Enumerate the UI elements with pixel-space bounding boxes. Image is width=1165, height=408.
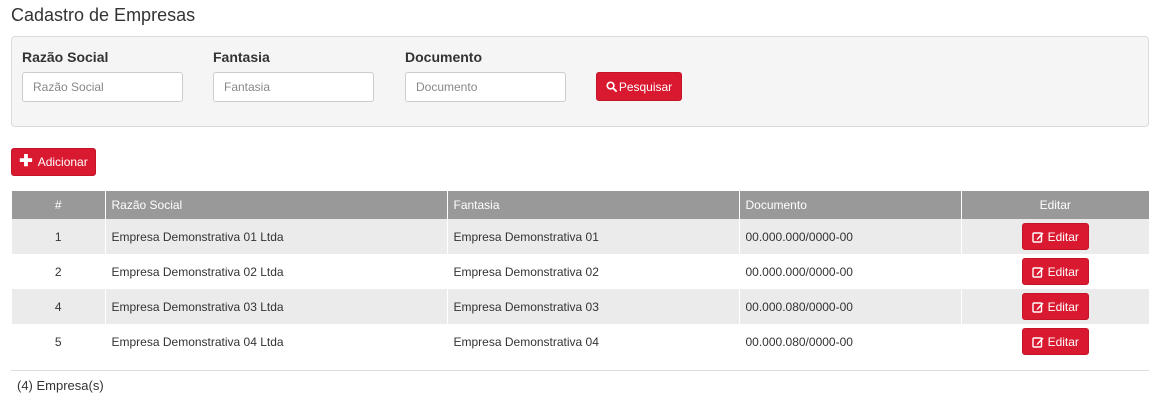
cell-documento: 00.000.080/0000-00 <box>739 324 962 359</box>
col-header-documento[interactable]: Documento <box>739 191 962 219</box>
edit-button-label: Editar <box>1047 229 1079 244</box>
search-icon <box>606 81 617 92</box>
edit-button-label: Editar <box>1047 334 1079 349</box>
col-header-editar: Editar <box>961 191 1149 219</box>
cell-razao-social: Empresa Demonstrativa 04 Ltda <box>105 324 448 359</box>
razao-social-label: Razão Social <box>22 49 109 65</box>
col-header-fantasia[interactable]: Fantasia <box>447 191 740 219</box>
edit-button-label: Editar <box>1047 264 1079 279</box>
cell-id: 1 <box>12 219 106 254</box>
fantasia-input[interactable] <box>213 72 374 102</box>
search-button-label: Pesquisar <box>618 79 673 94</box>
edit-icon <box>1031 301 1044 313</box>
cell-id: 4 <box>12 289 106 324</box>
edit-icon <box>1031 336 1044 348</box>
edit-button[interactable]: Editar <box>1021 258 1089 285</box>
cell-documento: 00.000.000/0000-00 <box>739 254 962 289</box>
search-button[interactable]: Pesquisar <box>596 72 682 101</box>
cell-documento: 00.000.000/0000-00 <box>739 219 962 254</box>
table-row: 5 Empresa Demonstrativa 04 Ltda Empresa … <box>12 324 1149 359</box>
razao-social-input[interactable] <box>22 72 183 102</box>
fantasia-label: Fantasia <box>213 49 270 65</box>
cell-razao-social: Empresa Demonstrativa 01 Ltda <box>105 219 448 254</box>
col-header-id[interactable]: # <box>12 191 106 219</box>
edit-icon <box>1031 266 1044 278</box>
cell-fantasia: Empresa Demonstrativa 02 <box>447 254 740 289</box>
table-row: 2 Empresa Demonstrativa 02 Ltda Empresa … <box>12 254 1149 289</box>
add-button-label: Adicionar <box>37 155 88 169</box>
cell-razao-social: Empresa Demonstrativa 03 Ltda <box>105 289 448 324</box>
footer-divider <box>11 370 1149 371</box>
cell-fantasia: Empresa Demonstrativa 03 <box>447 289 740 324</box>
col-header-razao-social[interactable]: Razão Social <box>105 191 448 219</box>
edit-icon <box>1031 231 1044 243</box>
cell-edit: Editar <box>961 324 1149 359</box>
filter-fantasia: Fantasia <box>213 49 374 102</box>
table-header-row: # Razão Social Fantasia Documento Editar <box>12 191 1149 219</box>
cell-edit: Editar <box>961 219 1149 254</box>
filter-razao-social: Razão Social <box>22 49 183 102</box>
companies-table: # Razão Social Fantasia Documento Editar… <box>12 191 1149 359</box>
table-row: 1 Empresa Demonstrativa 01 Ltda Empresa … <box>12 219 1149 254</box>
documento-input[interactable] <box>405 72 566 102</box>
cell-documento: 00.000.080/0000-00 <box>739 289 962 324</box>
edit-button[interactable]: Editar <box>1021 223 1089 250</box>
cell-edit: Editar <box>961 289 1149 324</box>
cell-id: 2 <box>12 254 106 289</box>
record-count: (4) Empresa(s) <box>17 378 104 393</box>
cell-id: 5 <box>12 324 106 359</box>
table-row: 4 Empresa Demonstrativa 03 Ltda Empresa … <box>12 289 1149 324</box>
filter-panel: Razão Social Fantasia Documento Pesquisa… <box>11 36 1149 127</box>
add-button[interactable]: ✚ Adicionar <box>11 148 96 176</box>
cell-edit: Editar <box>961 254 1149 289</box>
edit-button[interactable]: Editar <box>1021 293 1089 320</box>
edit-button[interactable]: Editar <box>1021 328 1089 355</box>
page-title: Cadastro de Empresas <box>11 5 196 25</box>
cell-fantasia: Empresa Demonstrativa 01 <box>447 219 740 254</box>
plus-icon: ✚ <box>19 153 33 170</box>
edit-button-label: Editar <box>1047 299 1079 314</box>
cell-fantasia: Empresa Demonstrativa 04 <box>447 324 740 359</box>
filter-documento: Documento <box>405 49 566 102</box>
cell-razao-social: Empresa Demonstrativa 02 Ltda <box>105 254 448 289</box>
documento-label: Documento <box>405 49 482 65</box>
